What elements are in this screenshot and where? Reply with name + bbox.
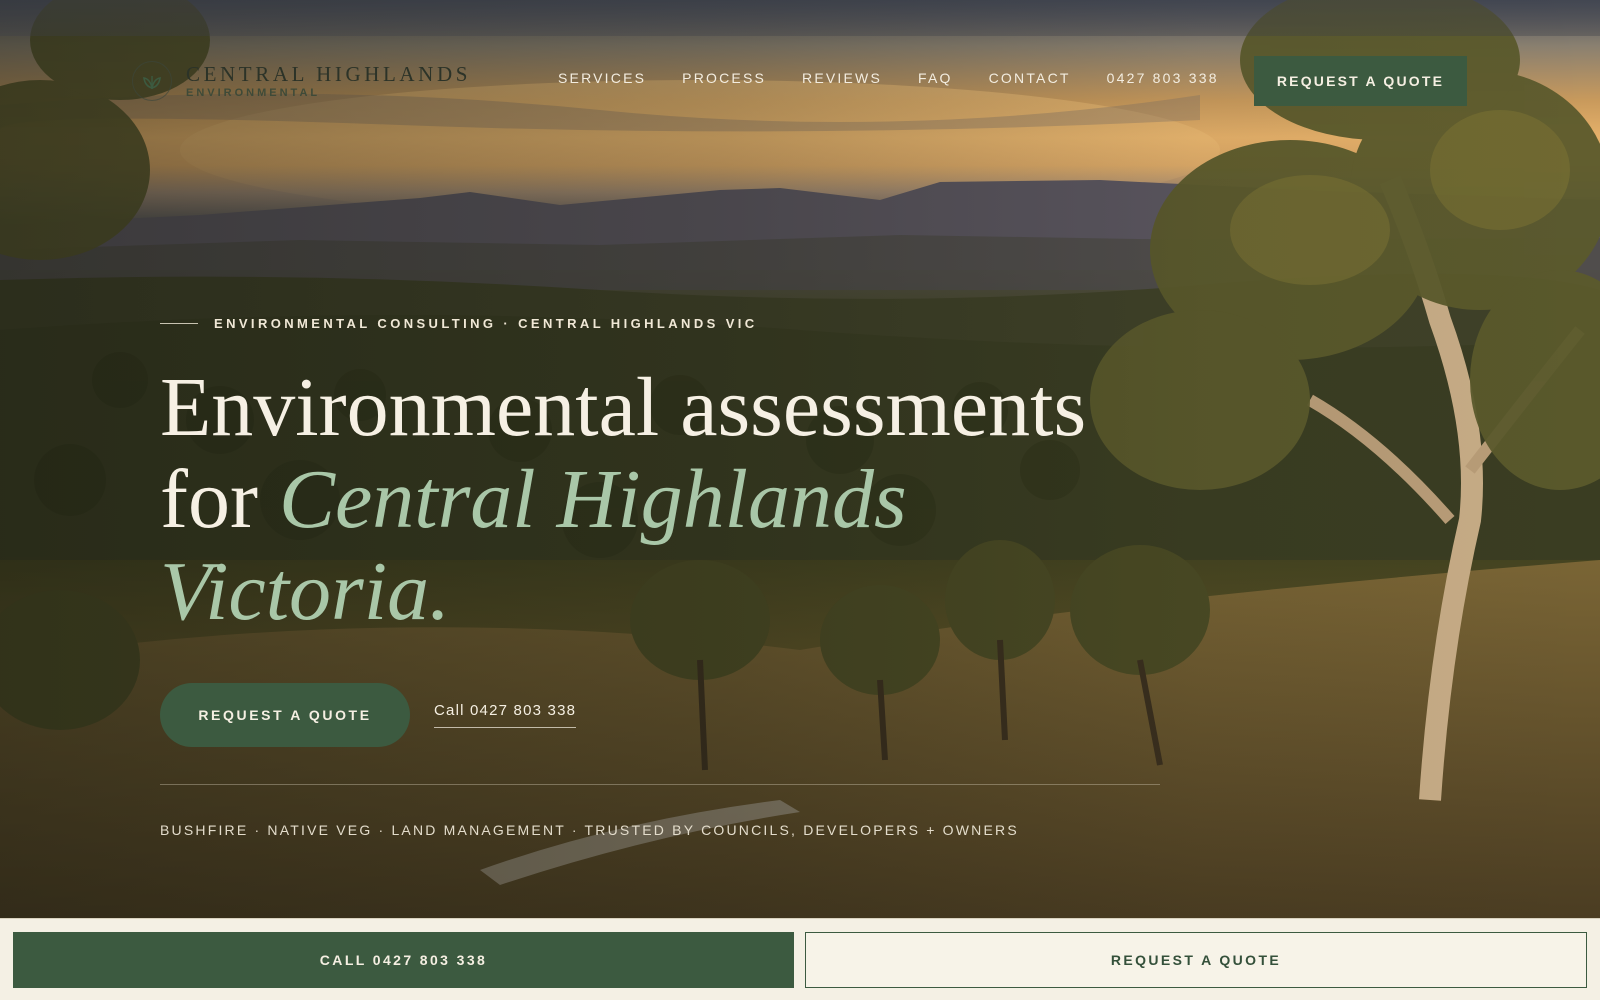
hero-request-quote-button[interactable]: REQUEST A QUOTE [160,683,410,747]
brand-subtitle: ENVIRONMENTAL [186,87,321,99]
leaf-icon [132,61,172,101]
nav-phone-link[interactable]: 0427 803 338 [1107,70,1219,86]
bottom-request-quote-button[interactable]: REQUEST A QUOTE [805,932,1587,988]
nav-services[interactable]: SERVICES [558,70,646,86]
hero-divider [160,784,1160,785]
headline-line-1: Environmental assessments [160,361,1087,454]
hero-cta-row: REQUEST A QUOTE Call 0427 803 338 [160,683,577,747]
hero-call-link[interactable]: Call 0427 803 338 [434,702,577,728]
nav-process[interactable]: PROCESS [682,70,766,86]
brand-logo[interactable]: CENTRAL HIGHLANDS ENVIRONMENTAL [132,61,471,101]
hero-eyebrow: ENVIRONMENTAL CONSULTING · CENTRAL HIGHL… [160,316,758,331]
brand-name: CENTRAL HIGHLANDS [186,62,471,86]
headline-emphasis-1: Central Highlands [278,453,907,546]
hero-headline: Environmental assessments for Central Hi… [160,362,1120,638]
nav-contact[interactable]: CONTACT [989,70,1071,86]
eyebrow-text: ENVIRONMENTAL CONSULTING · CENTRAL HIGHL… [214,316,758,331]
trust-line: BUSHFIRE · NATIVE VEG · LAND MANAGEMENT … [160,822,1019,838]
nav-faq[interactable]: FAQ [918,70,953,86]
header-request-quote-button[interactable]: REQUEST A QUOTE [1254,56,1467,106]
sticky-bottom-bar: CALL 0427 803 338 REQUEST A QUOTE [0,918,1600,1000]
eyebrow-rule [160,323,198,324]
bottom-call-button[interactable]: CALL 0427 803 338 [13,932,794,988]
top-strip [0,0,1600,36]
site-header: CENTRAL HIGHLANDS ENVIRONMENTAL SERVICES… [0,36,1600,126]
main-nav: SERVICES PROCESS REVIEWS FAQ CONTACT 042… [558,70,1219,86]
headline-for: for [160,453,279,546]
headline-emphasis-2: Victoria. [160,545,451,638]
nav-reviews[interactable]: REVIEWS [802,70,882,86]
